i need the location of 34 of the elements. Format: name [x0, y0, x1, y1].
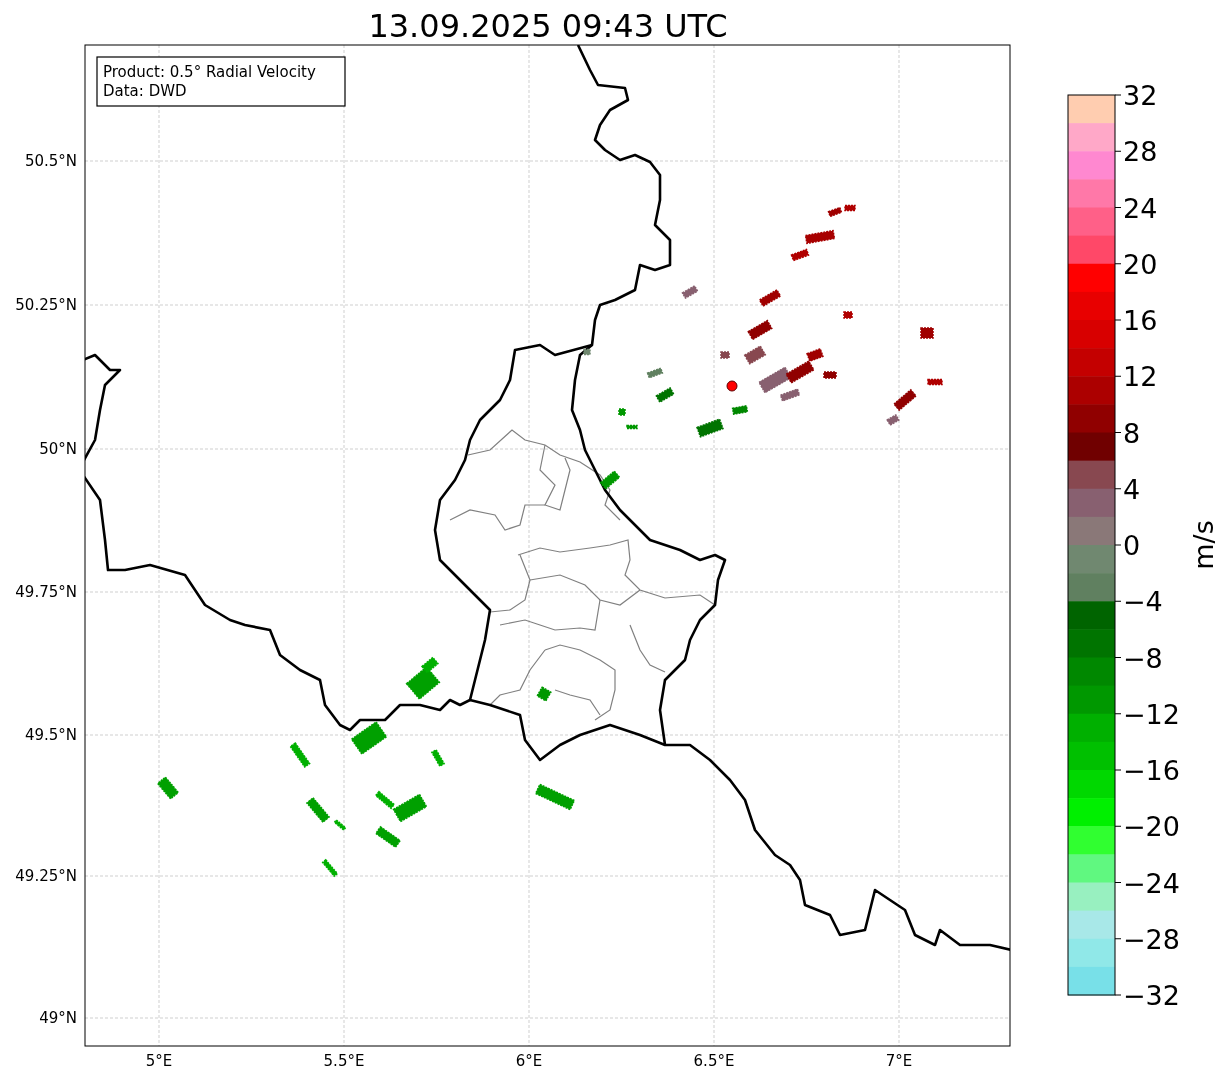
- colorbar-tick-label: −4: [1123, 586, 1163, 618]
- radar-site-marker: [726, 380, 738, 392]
- info-text: Product: 0.5° Radial Velocity: [103, 63, 316, 81]
- longitude-label: 5.5°E: [323, 1052, 365, 1070]
- info-text: Data: DWD: [103, 82, 187, 100]
- latitude-label: 49.5°N: [24, 726, 77, 744]
- longitude-label: 5°E: [145, 1052, 173, 1070]
- colorbar-tick-label: 32: [1123, 80, 1158, 111]
- longitude-label: 6.5°E: [693, 1052, 735, 1070]
- longitude-label: 7°E: [885, 1052, 913, 1070]
- colorbar-tick-label: −12: [1123, 698, 1180, 730]
- colorbar-tick-label: 16: [1123, 305, 1158, 336]
- latitude-label: 50.5°N: [24, 152, 77, 170]
- latitude-label: 49.25°N: [15, 867, 77, 885]
- colorbar-tick-label: 8: [1123, 417, 1141, 449]
- latitude-label: 49.75°N: [15, 583, 77, 601]
- colorbar-tick-label: 0: [1123, 530, 1141, 561]
- latitude-label: 49°N: [39, 1009, 77, 1027]
- colorbar-tick-label: 4: [1123, 473, 1141, 505]
- longitude-label: 6°E: [515, 1052, 543, 1070]
- colorbar-tick-label: −20: [1123, 811, 1180, 843]
- latitude-label: 50.25°N: [15, 296, 77, 314]
- chart-title: 13.09.2025 09:43 UTC: [368, 7, 728, 45]
- colorbar-tick-label: 28: [1123, 136, 1158, 168]
- colorbar-tick-label: −16: [1123, 755, 1180, 786]
- colorbar-unit-label: m/s: [1188, 520, 1219, 570]
- colorbar-tick-label: −24: [1123, 867, 1180, 899]
- colorbar-tick-label: −8: [1123, 642, 1163, 674]
- latitude-label: 50°N: [39, 440, 77, 458]
- colorbar-tick-label: −32: [1123, 980, 1180, 1011]
- colorbar-tick-label: 24: [1123, 192, 1158, 224]
- colorbar-tick-label: 12: [1123, 361, 1158, 393]
- colorbar-tick-label: −28: [1123, 923, 1180, 955]
- colorbar-tick-label: 20: [1123, 248, 1158, 280]
